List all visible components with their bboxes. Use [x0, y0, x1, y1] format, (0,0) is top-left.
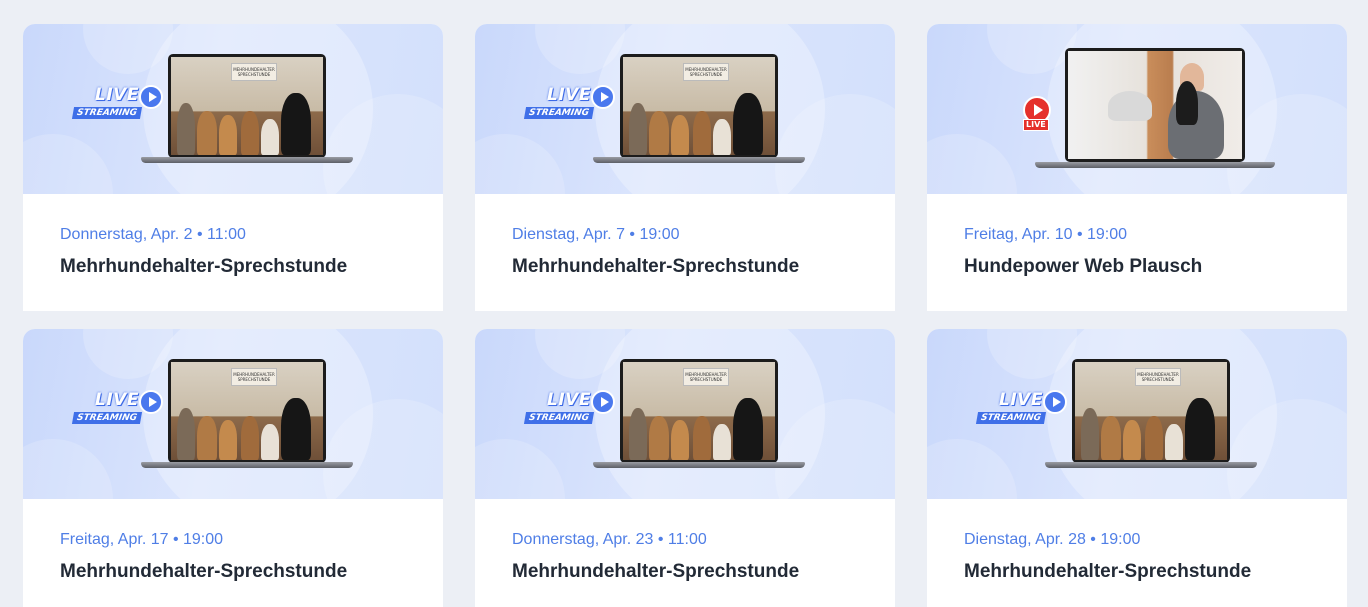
- event-card[interactable]: LIVE STREAMING MEHRHUNDEHALTER SPRECHSTU…: [475, 24, 895, 311]
- laptop-image: MEHRHUNDEHALTER SPRECHSTUNDE: [593, 359, 805, 471]
- events-grid: LIVE STREAMING MEHRHUNDEHALTER SPRECHSTU…: [0, 0, 1368, 607]
- event-title[interactable]: Hundepower Web Plausch: [964, 256, 1202, 278]
- event-date: Freitag, Apr. 10 • 19:00: [964, 226, 1128, 243]
- event-thumbnail: LIVE STREAMING MEHRHUNDEHALTER SPRECHSTU…: [23, 24, 443, 194]
- event-thumbnail: LIVE STREAMING MEHRHUNDEHALTER SPRECHSTU…: [23, 329, 443, 499]
- event-title[interactable]: Mehrhundehalter-Sprechstunde: [512, 256, 799, 278]
- laptop-image: MEHRHUNDEHALTER SPRECHSTUNDE: [1045, 359, 1257, 471]
- event-date: Donnerstag, Apr. 2 • 11:00: [60, 226, 246, 243]
- event-date: Dienstag, Apr. 28 • 19:00: [964, 531, 1141, 548]
- event-date: Donnerstag, Apr. 23 • 11:00: [512, 531, 707, 548]
- event-card[interactable]: LIVE STREAMING MEHRHUNDEHALTER SPRECHSTU…: [927, 329, 1347, 607]
- event-thumbnail: LIVE STREAMING MEHRHUNDEHALTER SPRECHSTU…: [475, 329, 895, 499]
- laptop-image: MEHRHUNDEHALTER SPRECHSTUNDE: [141, 359, 353, 471]
- event-title[interactable]: Mehrhundehalter-Sprechstunde: [512, 561, 799, 583]
- event-title[interactable]: Mehrhundehalter-Sprechstunde: [964, 561, 1251, 583]
- event-thumbnail: LIVE STREAMING MEHRHUNDEHALTER SPRECHSTU…: [475, 24, 895, 194]
- event-card[interactable]: LIVE STREAMING MEHRHUNDEHALTER SPRECHSTU…: [23, 329, 443, 607]
- event-date: Dienstag, Apr. 7 • 19:00: [512, 226, 680, 243]
- event-card[interactable]: LIVE STREAMING MEHRHUNDEHALTER SPRECHSTU…: [23, 24, 443, 311]
- laptop-image: MEHRHUNDEHALTER SPRECHSTUNDE: [141, 54, 353, 166]
- event-thumbnail: LIVE: [927, 24, 1347, 194]
- event-card[interactable]: LIVE STREAMING MEHRHUNDEHALTER SPRECHSTU…: [475, 329, 895, 607]
- laptop-image: MEHRHUNDEHALTER SPRECHSTUNDE: [593, 54, 805, 166]
- event-card[interactable]: LIVE Freitag, Apr. 10 • 19:00 Hundepower…: [927, 24, 1347, 311]
- event-thumbnail: LIVE STREAMING MEHRHUNDEHALTER SPRECHSTU…: [927, 329, 1347, 499]
- event-title[interactable]: Mehrhundehalter-Sprechstunde: [60, 561, 347, 583]
- event-date: Freitag, Apr. 17 • 19:00: [60, 531, 224, 548]
- laptop-image: [1035, 48, 1275, 170]
- event-title[interactable]: Mehrhundehalter-Sprechstunde: [60, 256, 347, 278]
